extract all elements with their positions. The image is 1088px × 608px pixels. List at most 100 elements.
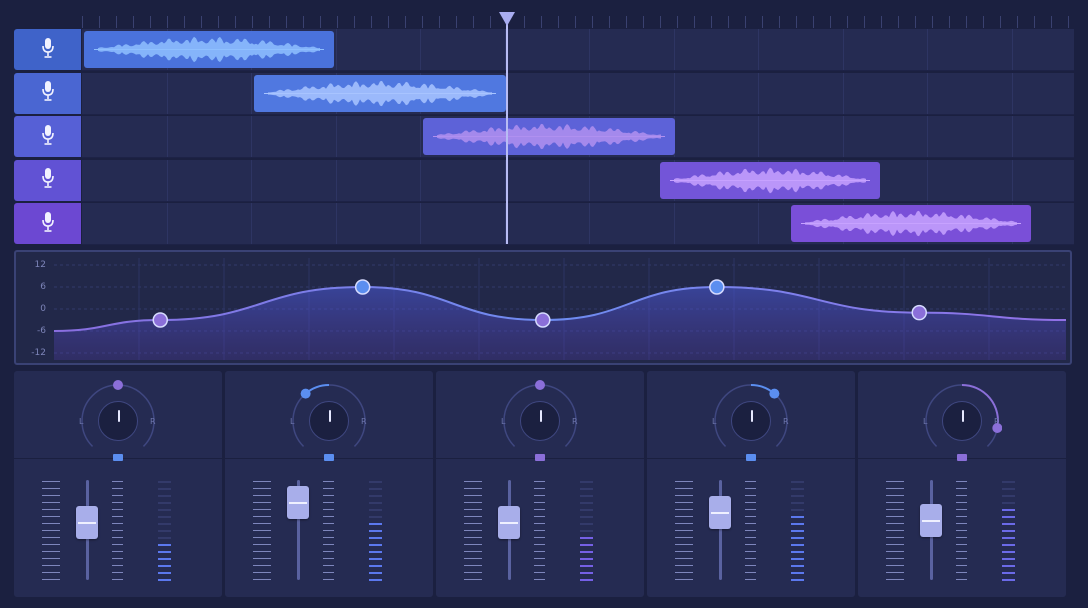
playhead-handle[interactable] (499, 12, 515, 26)
audio-clip[interactable] (84, 31, 334, 68)
track-lane[interactable] (82, 29, 1074, 71)
channel-status-led[interactable] (113, 454, 123, 461)
meter-segment (369, 495, 382, 497)
volume-fader[interactable] (709, 496, 731, 529)
channel-status-led[interactable] (957, 454, 967, 461)
meter-segment (1002, 495, 1015, 497)
channel-status-led[interactable] (324, 454, 334, 461)
channel-status-led[interactable] (535, 454, 545, 461)
scale-mark (675, 516, 693, 517)
scale-mark (253, 516, 271, 517)
waveform (94, 36, 324, 63)
ruler-tick (490, 16, 491, 28)
pan-knob[interactable] (731, 401, 771, 441)
waveform (264, 80, 496, 106)
volume-fader[interactable] (920, 504, 942, 537)
scale-mark (675, 495, 693, 496)
scale-mark (956, 544, 967, 545)
track-record-button[interactable] (14, 72, 81, 114)
pan-knob[interactable] (520, 401, 560, 441)
scale-mark (464, 509, 482, 510)
scale-mark (112, 537, 123, 538)
volume-fader[interactable] (498, 506, 520, 539)
meter-segment (791, 516, 804, 518)
lane-gridline (420, 203, 421, 244)
meter-segment (580, 579, 593, 581)
channel-status-led[interactable] (746, 454, 756, 461)
pan-knob[interactable] (309, 401, 349, 441)
scale-mark (464, 481, 482, 482)
lane-gridline (420, 116, 421, 157)
fader-scale-right (956, 481, 974, 581)
ruler-tick (728, 16, 729, 28)
track-record-button[interactable] (14, 29, 81, 70)
track-record-button[interactable] (14, 203, 81, 244)
track-lane[interactable] (82, 116, 1074, 158)
track-lane[interactable] (82, 72, 1074, 115)
scale-mark (534, 516, 545, 517)
meter-segment (369, 488, 382, 490)
eq-band-handle[interactable] (709, 279, 725, 295)
pan-knob-control[interactable]: LR (922, 379, 1003, 449)
ruler-tick (337, 16, 338, 28)
audio-clip[interactable] (254, 74, 506, 112)
track-record-button[interactable] (14, 159, 81, 201)
pan-knob-control[interactable]: LR (78, 379, 158, 449)
scale-mark (323, 481, 334, 482)
channel-1: LR (14, 371, 222, 597)
scale-mark (534, 558, 545, 559)
lane-gridline (589, 29, 590, 70)
eq-panel[interactable]: 12 6 0 -6 -12 (14, 250, 1072, 365)
channel-2: LR (225, 371, 433, 597)
fader-track[interactable] (719, 480, 722, 580)
eq-band-handle[interactable] (535, 312, 551, 328)
audio-clip[interactable] (791, 205, 1031, 242)
lane-gridline (758, 29, 759, 70)
scale-mark (253, 488, 271, 489)
level-meter (580, 481, 593, 581)
eq-band-handle[interactable] (911, 304, 928, 321)
track-lane[interactable] (82, 159, 1074, 202)
timeline-ruler[interactable] (82, 12, 1074, 28)
ruler-tick (439, 16, 440, 28)
volume-fader[interactable] (287, 486, 309, 519)
audio-clip[interactable] (660, 161, 880, 199)
scale-mark (534, 579, 545, 580)
scale-mark (675, 544, 693, 545)
eq-band-handle[interactable] (152, 312, 169, 328)
eq-curve-graph[interactable] (16, 252, 1070, 363)
meter-segment (1002, 523, 1015, 525)
meter-segment (158, 537, 171, 539)
fader-cap-line (922, 520, 940, 522)
meter-segment (369, 579, 382, 581)
scale-mark (534, 551, 545, 552)
track-lane[interactable] (82, 203, 1074, 245)
volume-fader[interactable] (76, 506, 98, 539)
fader-scale-left (253, 481, 271, 581)
meter-segment (791, 502, 804, 504)
scale-mark (886, 523, 904, 524)
meter-segment (158, 572, 171, 574)
scale-mark (956, 537, 967, 538)
pan-knob[interactable] (942, 401, 982, 441)
audio-clip[interactable] (423, 118, 675, 155)
playhead-line[interactable] (506, 14, 508, 244)
pan-knob-control[interactable]: LR (289, 379, 369, 449)
pan-knob[interactable] (98, 401, 138, 441)
pan-indicator-dot (300, 388, 311, 399)
meter-segment (580, 530, 593, 532)
pan-knob-control[interactable]: LR (500, 379, 580, 449)
ruler-tick (694, 16, 695, 28)
scale-mark (675, 523, 693, 524)
track-5 (14, 203, 1074, 245)
meter-segment (580, 558, 593, 560)
eq-band-handle[interactable] (354, 279, 371, 295)
track-record-button[interactable] (14, 116, 81, 157)
meter-segment (791, 544, 804, 546)
scale-mark (323, 558, 334, 559)
meter-segment (158, 502, 171, 504)
scale-mark (886, 565, 904, 566)
scale-mark (956, 530, 967, 531)
pan-knob-control[interactable]: LR (711, 379, 791, 449)
fader-scale-right (112, 481, 130, 581)
